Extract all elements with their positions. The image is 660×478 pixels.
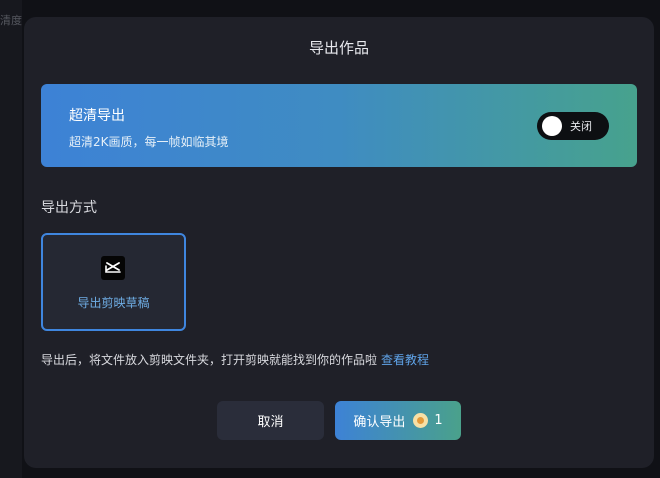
hd-export-title: 超清导出 — [69, 108, 125, 124]
coin-icon — [413, 413, 429, 428]
background-panel: 清度 — [0, 0, 22, 478]
view-tutorial-link[interactable]: 查看教程 — [381, 353, 429, 367]
confirm-label: 确认导出 — [353, 415, 406, 430]
export-cost: 1 — [434, 413, 443, 428]
hd-export-toggle[interactable]: 关闭 — [537, 112, 609, 140]
confirm-export-button[interactable]: 确认导出 1 — [335, 401, 461, 440]
cancel-label: 取消 — [257, 415, 284, 430]
hd-export-description: 超清2K画质，每一帧如临其境 — [69, 135, 229, 149]
cancel-button[interactable]: 取消 — [217, 401, 324, 440]
export-option-label: 导出剪映草稿 — [77, 296, 150, 310]
hd-export-card: 超清导出 超清2K画质，每一帧如临其境 关闭 — [41, 84, 637, 167]
export-capcut-draft-option[interactable]: 导出剪映草稿 — [41, 233, 186, 331]
background-text: 清度 — [0, 14, 22, 27]
export-hint: 导出后，将文件放入剪映文件夹，打开剪映就能找到你的作品啦 查看教程 — [41, 351, 429, 368]
toggle-label: 关闭 — [570, 120, 592, 133]
export-dialog: 导出作品 超清导出 超清2K画质，每一帧如临其境 关闭 导出方式 导出剪映草稿 … — [24, 17, 654, 468]
hint-text: 导出后，将文件放入剪映文件夹，打开剪映就能找到你的作品啦 — [41, 353, 378, 367]
dialog-title: 导出作品 — [308, 39, 369, 57]
toggle-knob — [542, 116, 562, 136]
export-method-title: 导出方式 — [41, 200, 97, 216]
capcut-icon — [101, 256, 125, 280]
